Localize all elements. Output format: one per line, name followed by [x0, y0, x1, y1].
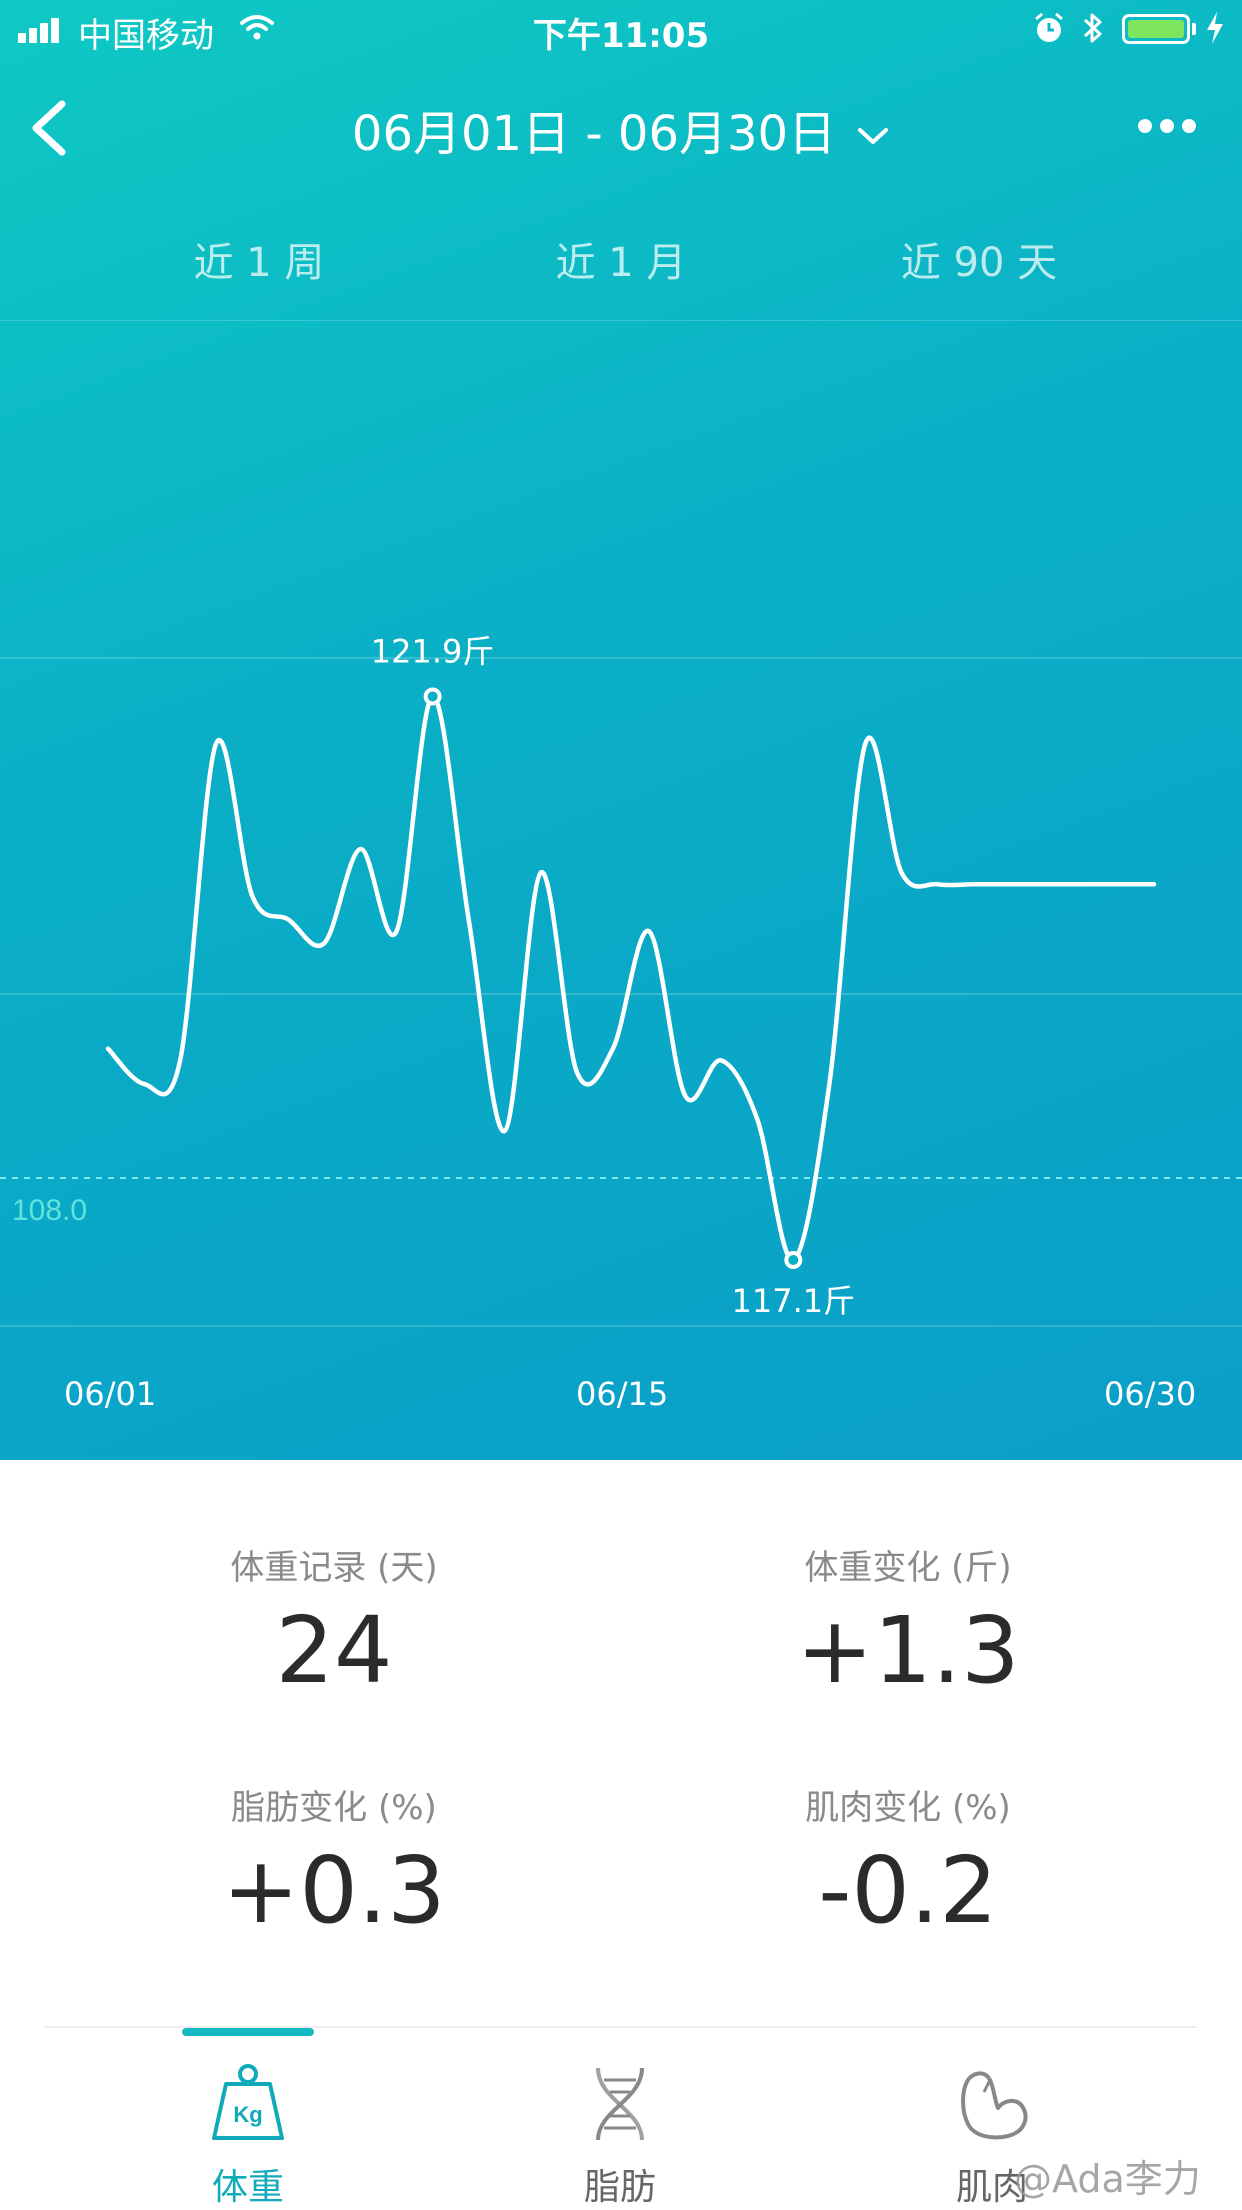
stat-muscle-change: 肌肉变化 (%) -0.2 — [658, 1780, 1158, 1944]
date-range-label: 06月01日 - 06月30日 — [351, 106, 837, 162]
stat-value: +1.3 — [796, 1597, 1020, 1704]
stat-label: 肌肉变化 (%) — [805, 1788, 1011, 1828]
kg-icon-text: Kg — [233, 2102, 262, 2127]
period-90days[interactable]: 近 90 天 — [829, 230, 1129, 288]
battery-tip — [1192, 23, 1196, 35]
stat-label: 脂肪变化 (%) — [231, 1788, 437, 1828]
kg-weight-icon: Kg — [212, 2064, 284, 2140]
bluetooth-icon — [1083, 13, 1102, 43]
stat-record-days: 体重记录 (天) 24 — [84, 1540, 584, 1704]
x-tick-label: 06/30 — [1104, 1375, 1197, 1413]
dna-icon — [596, 2067, 644, 2141]
status-bar: 中国移动 下午11:05 — [0, 0, 1242, 60]
charging-icon — [1207, 12, 1223, 44]
reference-label: 108.0 — [12, 1194, 87, 1227]
stat-fat-change: 脂肪变化 (%) +0.3 — [84, 1780, 584, 1944]
x-tick-label: 06/01 — [64, 1375, 157, 1413]
nav-bar: 06月01日 - 06月30日 — [0, 80, 1242, 170]
stats-panel: 体重记录 (天) 24 体重变化 (斤) +1.3 脂肪变化 (%) +0.3 … — [0, 1460, 1242, 2020]
chevron-down-icon — [858, 128, 889, 144]
weight-line-chart: 108.0 121.9斤 117.1斤 — [0, 320, 1242, 1327]
stat-label: 体重记录 (天) — [230, 1548, 438, 1588]
period-selector: 近 1 周 近 1 月 近 90 天 — [0, 230, 1242, 290]
stat-label: 体重变化 (斤) — [804, 1548, 1012, 1588]
tab-label: 脂肪 — [583, 2167, 656, 2208]
tab-weight[interactable]: Kg 体重 — [118, 2028, 378, 2210]
max-point-label: 121.9斤 — [371, 632, 495, 670]
min-point-marker — [784, 1250, 803, 1269]
weight-series-line — [105, 694, 1157, 1263]
stat-value: 24 — [275, 1597, 393, 1704]
min-point-label: 117.1斤 — [731, 1282, 855, 1320]
tab-label: 体重 — [211, 2167, 284, 2208]
x-tick-label: 06/15 — [576, 1375, 669, 1413]
alarm-icon — [1035, 12, 1063, 42]
period-month[interactable]: 近 1 月 — [471, 230, 771, 288]
muscle-arm-icon — [961, 2071, 1028, 2140]
tab-fat[interactable]: 脂肪 — [490, 2028, 750, 2210]
stat-value: -0.2 — [818, 1837, 998, 1944]
max-point-marker — [423, 687, 442, 706]
more-icon[interactable] — [1138, 118, 1204, 137]
stat-value: +0.3 — [222, 1837, 446, 1944]
stat-weight-change: 体重变化 (斤) +1.3 — [658, 1540, 1158, 1704]
watermark: @Ada李力 — [1014, 2157, 1201, 2201]
period-week[interactable]: 近 1 周 — [109, 230, 409, 288]
battery-icon — [1122, 14, 1190, 44]
date-range-selector[interactable]: 06月01日 - 06月30日 — [0, 94, 1242, 164]
